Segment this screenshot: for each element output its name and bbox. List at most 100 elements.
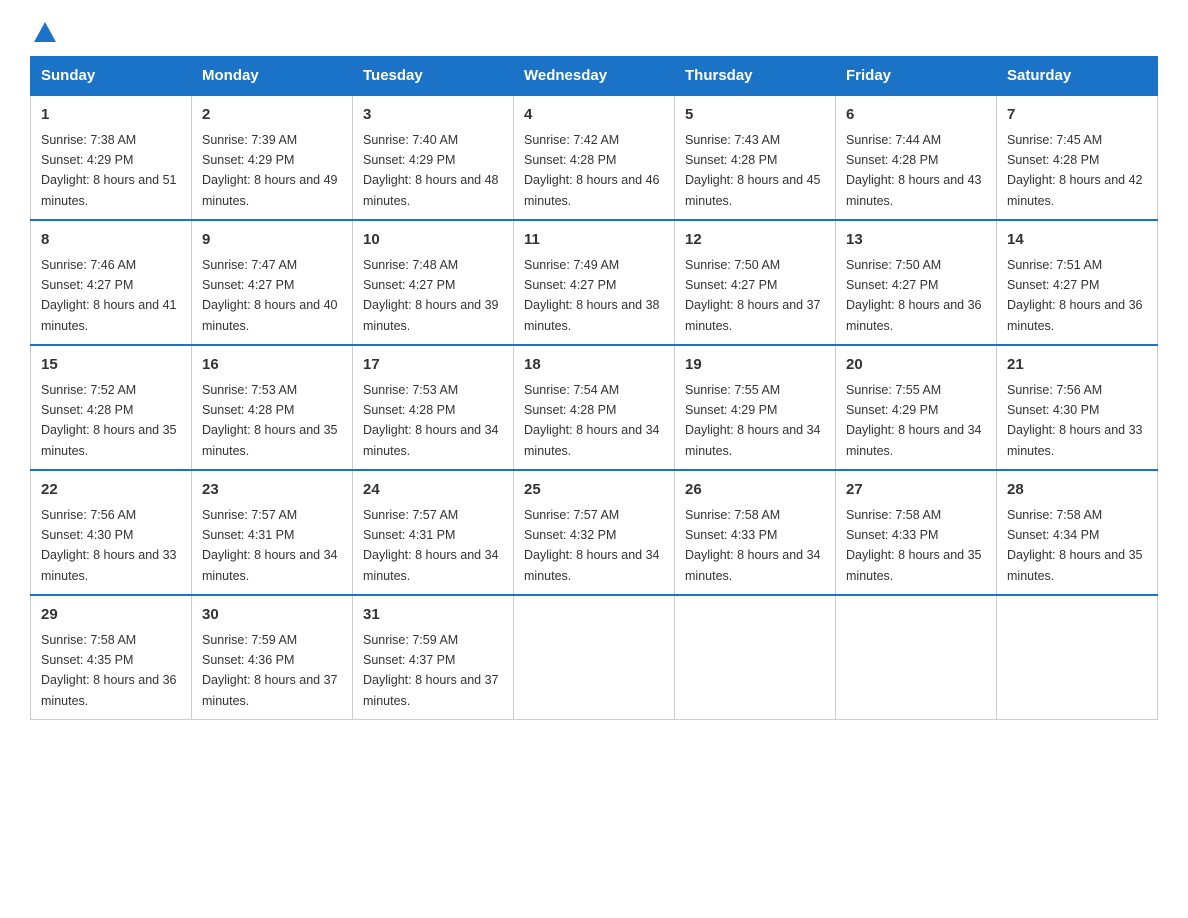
weekday-header-sunday: Sunday <box>31 57 192 96</box>
weekday-header-wednesday: Wednesday <box>514 57 675 96</box>
day-info: Sunrise: 7:38 AMSunset: 4:29 PMDaylight:… <box>41 133 177 208</box>
page-header <box>30 20 1158 46</box>
calendar-cell: 1 Sunrise: 7:38 AMSunset: 4:29 PMDaylight… <box>31 95 192 220</box>
calendar-cell: 4 Sunrise: 7:42 AMSunset: 4:28 PMDaylight… <box>514 95 675 220</box>
calendar-cell: 2 Sunrise: 7:39 AMSunset: 4:29 PMDaylight… <box>192 95 353 220</box>
calendar-cell: 28Sunrise: 7:58 AMSunset: 4:34 PMDayligh… <box>997 470 1158 595</box>
day-number: 27 <box>846 479 986 502</box>
day-number: 23 <box>202 479 342 502</box>
calendar-cell: 16Sunrise: 7:53 AMSunset: 4:28 PMDayligh… <box>192 345 353 470</box>
logo-triangle-icon <box>34 22 56 42</box>
calendar-cell: 10Sunrise: 7:48 AMSunset: 4:27 PMDayligh… <box>353 220 514 345</box>
day-number: 30 <box>202 604 342 627</box>
day-info: Sunrise: 7:58 AMSunset: 4:35 PMDaylight:… <box>41 633 177 708</box>
calendar-cell: 11 Sunrise: 7:49 AMSunset: 4:27 PMDayligh… <box>514 220 675 345</box>
day-number: 2 <box>202 104 342 127</box>
calendar-cell: 7Sunrise: 7:45 AMSunset: 4:28 PMDaylight… <box>997 95 1158 220</box>
day-info: Sunrise: 7:52 AMSunset: 4:28 PMDaylight:… <box>41 383 177 458</box>
day-number: 8 <box>41 229 181 252</box>
calendar-cell: 30 Sunrise: 7:59 AMSunset: 4:36 PMDayligh… <box>192 595 353 720</box>
day-number: 31 <box>363 604 503 627</box>
day-info: Sunrise: 7:47 AMSunset: 4:27 PMDaylight:… <box>202 258 338 333</box>
day-info: Sunrise: 7:53 AMSunset: 4:28 PMDaylight:… <box>202 383 338 458</box>
calendar-cell <box>997 595 1158 720</box>
calendar-cell: 24 Sunrise: 7:57 AMSunset: 4:31 PMDayligh… <box>353 470 514 595</box>
day-number: 7 <box>1007 104 1147 127</box>
day-info: Sunrise: 7:51 AMSunset: 4:27 PMDaylight:… <box>1007 258 1143 333</box>
day-info: Sunrise: 7:58 AMSunset: 4:33 PMDaylight:… <box>685 508 821 583</box>
calendar-cell: 22 Sunrise: 7:56 AMSunset: 4:30 PMDayligh… <box>31 470 192 595</box>
calendar-table: SundayMondayTuesdayWednesdayThursdayFrid… <box>30 56 1158 720</box>
day-info: Sunrise: 7:57 AMSunset: 4:31 PMDaylight:… <box>202 508 338 583</box>
day-info: Sunrise: 7:54 AMSunset: 4:28 PMDaylight:… <box>524 383 660 458</box>
logo-blue-text <box>30 20 56 46</box>
calendar-cell <box>836 595 997 720</box>
calendar-cell: 13 Sunrise: 7:50 AMSunset: 4:27 PMDayligh… <box>836 220 997 345</box>
day-number: 17 <box>363 354 503 377</box>
day-info: Sunrise: 7:48 AMSunset: 4:27 PMDaylight:… <box>363 258 499 333</box>
calendar-cell: 14 Sunrise: 7:51 AMSunset: 4:27 PMDayligh… <box>997 220 1158 345</box>
day-info: Sunrise: 7:59 AMSunset: 4:37 PMDaylight:… <box>363 633 499 708</box>
calendar-cell: 3Sunrise: 7:40 AMSunset: 4:29 PMDaylight… <box>353 95 514 220</box>
day-info: Sunrise: 7:44 AMSunset: 4:28 PMDaylight:… <box>846 133 982 208</box>
day-info: Sunrise: 7:56 AMSunset: 4:30 PMDaylight:… <box>41 508 177 583</box>
day-number: 1 <box>41 104 181 127</box>
calendar-cell: 20 Sunrise: 7:55 AMSunset: 4:29 PMDayligh… <box>836 345 997 470</box>
logo <box>30 20 56 46</box>
calendar-week-row: 15 Sunrise: 7:52 AMSunset: 4:28 PMDayligh… <box>31 345 1158 470</box>
day-number: 28 <box>1007 479 1147 502</box>
day-info: Sunrise: 7:57 AMSunset: 4:31 PMDaylight:… <box>363 508 499 583</box>
day-number: 6 <box>846 104 986 127</box>
weekday-header-thursday: Thursday <box>675 57 836 96</box>
day-number: 4 <box>524 104 664 127</box>
calendar-cell: 19 Sunrise: 7:55 AMSunset: 4:29 PMDayligh… <box>675 345 836 470</box>
calendar-cell: 17Sunrise: 7:53 AMSunset: 4:28 PMDayligh… <box>353 345 514 470</box>
calendar-cell: 5 Sunrise: 7:43 AMSunset: 4:28 PMDaylight… <box>675 95 836 220</box>
day-info: Sunrise: 7:43 AMSunset: 4:28 PMDaylight:… <box>685 133 821 208</box>
day-info: Sunrise: 7:59 AMSunset: 4:36 PMDaylight:… <box>202 633 338 708</box>
day-number: 9 <box>202 229 342 252</box>
weekday-header-monday: Monday <box>192 57 353 96</box>
day-number: 20 <box>846 354 986 377</box>
day-info: Sunrise: 7:58 AMSunset: 4:33 PMDaylight:… <box>846 508 982 583</box>
calendar-week-row: 29Sunrise: 7:58 AMSunset: 4:35 PMDayligh… <box>31 595 1158 720</box>
calendar-cell: 8 Sunrise: 7:46 AMSunset: 4:27 PMDaylight… <box>31 220 192 345</box>
day-number: 12 <box>685 229 825 252</box>
day-number: 26 <box>685 479 825 502</box>
calendar-cell: 15 Sunrise: 7:52 AMSunset: 4:28 PMDayligh… <box>31 345 192 470</box>
calendar-cell: 29Sunrise: 7:58 AMSunset: 4:35 PMDayligh… <box>31 595 192 720</box>
calendar-week-row: 1 Sunrise: 7:38 AMSunset: 4:29 PMDaylight… <box>31 95 1158 220</box>
day-info: Sunrise: 7:49 AMSunset: 4:27 PMDaylight:… <box>524 258 660 333</box>
day-number: 5 <box>685 104 825 127</box>
day-number: 15 <box>41 354 181 377</box>
day-info: Sunrise: 7:50 AMSunset: 4:27 PMDaylight:… <box>685 258 821 333</box>
day-info: Sunrise: 7:42 AMSunset: 4:28 PMDaylight:… <box>524 133 660 208</box>
day-info: Sunrise: 7:55 AMSunset: 4:29 PMDaylight:… <box>846 383 982 458</box>
day-info: Sunrise: 7:50 AMSunset: 4:27 PMDaylight:… <box>846 258 982 333</box>
weekday-header-friday: Friday <box>836 57 997 96</box>
calendar-cell: 31 Sunrise: 7:59 AMSunset: 4:37 PMDayligh… <box>353 595 514 720</box>
day-number: 11 <box>524 229 664 252</box>
day-number: 14 <box>1007 229 1147 252</box>
day-info: Sunrise: 7:56 AMSunset: 4:30 PMDaylight:… <box>1007 383 1143 458</box>
calendar-cell: 23 Sunrise: 7:57 AMSunset: 4:31 PMDayligh… <box>192 470 353 595</box>
calendar-cell <box>514 595 675 720</box>
day-number: 13 <box>846 229 986 252</box>
day-number: 3 <box>363 104 503 127</box>
day-info: Sunrise: 7:57 AMSunset: 4:32 PMDaylight:… <box>524 508 660 583</box>
weekday-header-saturday: Saturday <box>997 57 1158 96</box>
calendar-cell: 9 Sunrise: 7:47 AMSunset: 4:27 PMDaylight… <box>192 220 353 345</box>
day-number: 24 <box>363 479 503 502</box>
day-info: Sunrise: 7:46 AMSunset: 4:27 PMDaylight:… <box>41 258 177 333</box>
day-number: 25 <box>524 479 664 502</box>
calendar-cell: 25 Sunrise: 7:57 AMSunset: 4:32 PMDayligh… <box>514 470 675 595</box>
day-info: Sunrise: 7:39 AMSunset: 4:29 PMDaylight:… <box>202 133 338 208</box>
calendar-cell: 26 Sunrise: 7:58 AMSunset: 4:33 PMDayligh… <box>675 470 836 595</box>
calendar-cell <box>675 595 836 720</box>
day-info: Sunrise: 7:55 AMSunset: 4:29 PMDaylight:… <box>685 383 821 458</box>
calendar-cell: 6 Sunrise: 7:44 AMSunset: 4:28 PMDaylight… <box>836 95 997 220</box>
calendar-week-row: 22 Sunrise: 7:56 AMSunset: 4:30 PMDayligh… <box>31 470 1158 595</box>
calendar-cell: 18Sunrise: 7:54 AMSunset: 4:28 PMDayligh… <box>514 345 675 470</box>
day-number: 22 <box>41 479 181 502</box>
day-number: 19 <box>685 354 825 377</box>
